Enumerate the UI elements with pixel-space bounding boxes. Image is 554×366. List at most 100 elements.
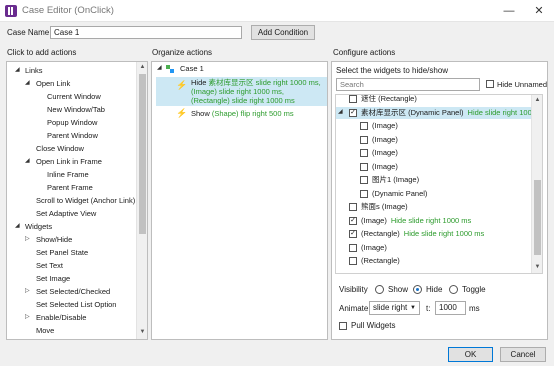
animate-value: slide right bbox=[373, 303, 408, 312]
widget-checkbox[interactable]: ✓ bbox=[349, 108, 357, 117]
actions-tree-scrollbar[interactable]: ▲ ▼ bbox=[136, 62, 147, 339]
minimize-button[interactable]: — bbox=[494, 0, 524, 22]
action-tree-item[interactable]: Set Panel State bbox=[36, 246, 88, 259]
action-tree-item[interactable]: Set Adaptive View bbox=[36, 207, 96, 220]
add-condition-button[interactable]: Add Condition bbox=[251, 25, 315, 40]
organize-actions-header: Organize actions bbox=[152, 48, 213, 57]
tree-expand-arrow-icon[interactable]: ▷ bbox=[25, 311, 33, 324]
action-tree-item[interactable]: Inline Frame bbox=[47, 168, 89, 181]
action-tree-item[interactable]: Open Link in Frame bbox=[36, 155, 102, 168]
widget-list: 遮住 (Rectangle) ◢ ✓ 素材库显示区 (Dynamic Panel) Hi… bbox=[335, 94, 543, 274]
widget-checkbox[interactable] bbox=[360, 135, 368, 144]
action-item-hide[interactable]: ⚡ Hide 素材库显示区 slide right 1000 ms, (Imag… bbox=[156, 77, 327, 106]
pull-widgets-checkbox[interactable] bbox=[339, 322, 347, 330]
visibility-hide-radio[interactable] bbox=[413, 285, 422, 294]
action-tree-item[interactable]: Popup Window bbox=[47, 116, 97, 129]
visibility-toggle-radio[interactable] bbox=[449, 285, 458, 294]
widget-checkbox[interactable] bbox=[349, 203, 357, 211]
tree-expand-arrow-icon[interactable]: ▷ bbox=[25, 233, 33, 246]
tree-expand-arrow-icon[interactable]: ◢ bbox=[25, 77, 33, 90]
cancel-button[interactable]: Cancel bbox=[500, 347, 546, 362]
scroll-up-arrow-icon[interactable]: ▲ bbox=[138, 63, 147, 72]
widget-row[interactable]: (Dynamic Panel) bbox=[372, 187, 427, 200]
tree-expand-arrow-icon[interactable]: ◢ bbox=[15, 220, 23, 233]
widget-checkbox[interactable] bbox=[349, 95, 357, 103]
hide-unnamed-checkbox[interactable] bbox=[486, 80, 494, 88]
widget-row[interactable]: (Image) bbox=[372, 146, 398, 159]
tree-expand-arrow-icon[interactable]: ▷ bbox=[25, 285, 33, 298]
widget-checkbox[interactable] bbox=[360, 162, 368, 171]
widget-checkbox[interactable] bbox=[360, 176, 368, 184]
action-tree-item[interactable]: Current Window bbox=[47, 90, 101, 103]
widget-name: 熊面s (Image) bbox=[361, 202, 408, 211]
duration-label: t: bbox=[426, 304, 431, 313]
close-button[interactable]: ✕ bbox=[524, 0, 554, 22]
widget-checkbox[interactable]: ✓ bbox=[349, 216, 357, 225]
select-widgets-label: Select the widgets to hide/show bbox=[336, 66, 449, 75]
case-name-input[interactable]: Case 1 bbox=[50, 26, 242, 39]
action-tree-item[interactable]: Set Selected/Checked bbox=[36, 285, 110, 298]
widget-name: (Image) bbox=[372, 148, 398, 157]
action-tree-item[interactable]: New Window/Tab bbox=[47, 103, 105, 116]
configure-actions-header: Configure actions bbox=[333, 48, 396, 57]
action-tree-item[interactable]: Set Image bbox=[36, 272, 70, 285]
widget-checkbox[interactable] bbox=[349, 257, 357, 265]
animate-select[interactable]: slide right ▼ bbox=[369, 301, 420, 315]
case-expand-arrow-icon[interactable]: ◢ bbox=[157, 62, 165, 75]
widget-checkbox[interactable] bbox=[360, 122, 368, 130]
action-tree-item[interactable]: Links bbox=[25, 64, 43, 77]
action-show-line: Show (Shape) flip right 500 ms bbox=[191, 109, 294, 118]
visibility-show-radio[interactable] bbox=[375, 285, 384, 294]
widget-row[interactable]: 素材库显示区 (Dynamic Panel) Hide slide right 1… bbox=[361, 106, 542, 119]
widget-row[interactable]: 遮住 (Rectangle) bbox=[361, 95, 417, 105]
scroll-thumb[interactable] bbox=[534, 180, 541, 255]
action-item-show[interactable]: ⚡ Show (Shape) flip right 500 ms bbox=[156, 107, 327, 119]
scroll-down-arrow-icon[interactable]: ▼ bbox=[138, 328, 147, 337]
add-actions-header: Click to add actions bbox=[7, 48, 77, 57]
widget-row[interactable]: (Image) bbox=[372, 119, 398, 132]
visibility-show-label: Show bbox=[388, 285, 409, 294]
action-tree-item[interactable]: Enable/Disable bbox=[36, 311, 86, 324]
case-icon bbox=[166, 65, 175, 73]
widget-name: (Image) bbox=[372, 121, 398, 130]
action-tree-item[interactable]: Show/Hide bbox=[36, 233, 72, 246]
window-title: Case Editor (OnClick) bbox=[22, 5, 114, 16]
pull-widgets-label: Pull Widgets bbox=[351, 321, 396, 330]
action-tree-item[interactable]: Parent Window bbox=[47, 129, 98, 142]
widget-row[interactable]: (Image) bbox=[372, 160, 398, 173]
widget-list-scrollbar[interactable]: ▲ ▼ bbox=[531, 95, 542, 273]
ok-button[interactable]: OK bbox=[448, 347, 493, 362]
scroll-down-arrow-icon[interactable]: ▼ bbox=[533, 263, 542, 272]
action-hide-line1: Hide 素材库显示区 slide right 1000 ms, bbox=[191, 78, 321, 87]
tree-expand-arrow-icon[interactable]: ◢ bbox=[25, 155, 33, 168]
duration-input[interactable]: 1000 bbox=[435, 301, 466, 315]
scroll-up-arrow-icon[interactable]: ▲ bbox=[533, 96, 542, 105]
widget-row[interactable]: (Rectangle) Hide slide right 1000 ms bbox=[361, 227, 484, 240]
widget-name: 图片1 (Image) bbox=[372, 175, 420, 184]
scroll-thumb[interactable] bbox=[139, 74, 146, 234]
widget-row[interactable]: 图片1 (Image) bbox=[372, 173, 419, 186]
widget-row[interactable]: (Image) Hide slide right 1000 ms bbox=[361, 214, 471, 227]
case-label[interactable]: Case 1 bbox=[180, 62, 204, 75]
widget-row[interactable]: (Rectangle) bbox=[361, 254, 400, 267]
widget-row[interactable]: 熊面s (Image) bbox=[361, 200, 408, 213]
widget-search-input[interactable] bbox=[336, 78, 480, 91]
action-tree-item[interactable]: Scroll to Widget (Anchor Link) bbox=[36, 194, 135, 207]
tree-expand-arrow-icon[interactable]: ◢ bbox=[15, 64, 23, 77]
widget-checkbox[interactable]: ✓ bbox=[349, 230, 357, 238]
action-tree-item[interactable]: Set Text bbox=[36, 259, 63, 272]
action-tree-item[interactable]: Set Selected List Option bbox=[36, 298, 116, 311]
widget-row[interactable]: (Image) bbox=[372, 133, 398, 146]
action-tree-item[interactable]: Close Window bbox=[36, 142, 84, 155]
action-tree-item[interactable]: Parent Frame bbox=[47, 181, 93, 194]
widget-expand-arrow-icon[interactable]: ◢ bbox=[338, 106, 346, 119]
widget-row[interactable]: (Image) bbox=[361, 241, 387, 254]
duration-unit: ms bbox=[469, 304, 480, 313]
visibility-label: Visibility bbox=[339, 285, 368, 294]
action-tree-item[interactable]: Move bbox=[36, 324, 54, 337]
widget-checkbox[interactable] bbox=[360, 149, 368, 157]
action-tree-item[interactable]: Open Link bbox=[36, 77, 70, 90]
action-tree-item[interactable]: Widgets bbox=[25, 220, 52, 233]
widget-checkbox[interactable] bbox=[349, 243, 357, 252]
widget-checkbox[interactable] bbox=[360, 189, 368, 198]
